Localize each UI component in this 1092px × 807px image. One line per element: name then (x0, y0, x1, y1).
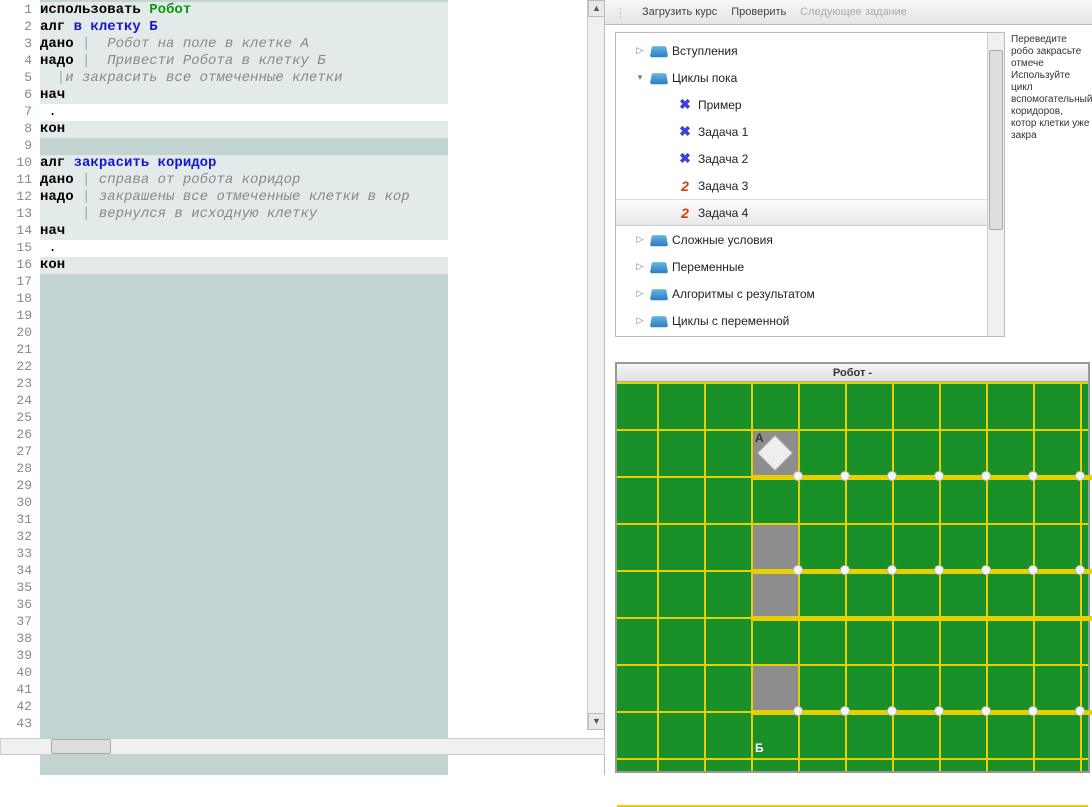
editor-horizontal-scrollbar[interactable] (0, 738, 605, 755)
mark-dot-icon (793, 471, 803, 481)
painted-cell (753, 525, 798, 570)
task-z-icon: 2 (676, 178, 694, 194)
expand-arrow-icon[interactable]: ▾ (634, 72, 646, 83)
mark-dot-icon (1075, 471, 1085, 481)
expand-arrow-icon[interactable]: ▷ (634, 45, 646, 56)
toolbar-grip-icon: ⋮ (615, 6, 624, 19)
expand-arrow-icon[interactable]: ▷ (634, 315, 646, 326)
load-course-button[interactable]: Загрузить курс (642, 6, 717, 18)
folder-icon (650, 43, 668, 59)
course-pane: ⋮ Загрузить курс Проверить Следующее зад… (605, 0, 1092, 775)
painted-cell (753, 666, 798, 711)
robot-field[interactable]: АБ (617, 382, 1088, 771)
line-gutter: 1234567891011121314151617181920212223242… (0, 0, 40, 775)
task-description: Переведите робо закрасьте отмече Использ… (1009, 32, 1092, 337)
folder-icon (650, 70, 668, 86)
mark-dot-icon (1075, 706, 1085, 716)
task-x-icon: ✖ (676, 124, 694, 140)
mark-dot-icon (934, 706, 944, 716)
tree-item-1[interactable]: ▾ Циклы пока (616, 64, 1004, 91)
folder-icon (650, 259, 668, 275)
tree-scrollbar[interactable] (987, 33, 1004, 336)
code-editor-pane: 1234567891011121314151617181920212223242… (0, 0, 605, 775)
tree-item-5[interactable]: 2 Задача 3 (616, 172, 1004, 199)
tree-item-4[interactable]: ✖ Задача 2 (616, 145, 1004, 172)
next-task-button: Следующее задание (800, 6, 907, 18)
tree-item-label: Сложные условия (672, 233, 773, 247)
mark-dot-icon (840, 471, 850, 481)
tree-item-label: Циклы пока (672, 71, 737, 85)
tree-item-9[interactable]: ▷ Алгоритмы с результатом (616, 280, 1004, 307)
mark-dot-icon (1028, 471, 1038, 481)
folder-icon (650, 232, 668, 248)
mark-dot-icon (887, 471, 897, 481)
mark-dot-icon (840, 565, 850, 575)
mark-dot-icon (934, 471, 944, 481)
mark-dot-icon (1028, 565, 1038, 575)
scroll-up-icon[interactable]: ▲ (588, 0, 605, 17)
tree-item-label: Задача 1 (698, 125, 748, 139)
tree-item-2[interactable]: ✖ Пример (616, 91, 1004, 118)
expand-arrow-icon[interactable]: ▷ (634, 288, 646, 299)
task-x-icon: ✖ (676, 97, 694, 113)
course-tree: ▷ Вступления ▾ Циклы пока ✖ Пример ✖ Задача 1 ✖ З… (615, 32, 1005, 337)
task-z-icon: 2 (676, 205, 694, 221)
mark-dot-icon (981, 565, 991, 575)
editor-margin: ▲ ▼ (448, 0, 605, 775)
tree-item-label: Переменные (672, 260, 744, 274)
tree-item-0[interactable]: ▷ Вступления (616, 37, 1004, 64)
tree-item-label: Задача 2 (698, 152, 748, 166)
tree-item-3[interactable]: ✖ Задача 1 (616, 118, 1004, 145)
tree-item-label: Вступления (672, 44, 738, 58)
mark-dot-icon (981, 471, 991, 481)
check-button[interactable]: Проверить (731, 6, 786, 18)
mark-dot-icon (887, 565, 897, 575)
cell-label-b: Б (755, 741, 764, 755)
course-toolbar: ⋮ Загрузить курс Проверить Следующее зад… (605, 0, 1092, 25)
mark-dot-icon (1075, 565, 1085, 575)
painted-cell (753, 572, 798, 617)
folder-icon (650, 286, 668, 302)
scrollbar-thumb[interactable] (989, 50, 1003, 230)
mark-dot-icon (1028, 706, 1038, 716)
scroll-down-icon[interactable]: ▼ (588, 713, 605, 730)
wall (751, 616, 1092, 621)
mark-dot-icon (793, 706, 803, 716)
tree-item-label: Пример (698, 98, 742, 112)
tree-item-label: Алгоритмы с результатом (672, 287, 815, 301)
robot-title: Робот - (617, 364, 1088, 382)
robot-field-panel: Робот - АБ (615, 362, 1090, 773)
mark-dot-icon (793, 565, 803, 575)
editor-vertical-scrollbar[interactable]: ▲ ▼ (587, 0, 604, 730)
mark-dot-icon (981, 706, 991, 716)
expand-arrow-icon[interactable]: ▷ (634, 234, 646, 245)
scrollbar-thumb[interactable] (51, 739, 111, 754)
mark-dot-icon (887, 706, 897, 716)
tree-item-6[interactable]: 2 Задача 4 (616, 199, 1004, 226)
tree-item-10[interactable]: ▷ Циклы с переменной (616, 307, 1004, 334)
task-x-icon: ✖ (676, 151, 694, 167)
folder-icon (650, 313, 668, 329)
tree-item-label: Циклы с переменной (672, 314, 789, 328)
cell-label-a: А (755, 431, 764, 445)
mark-dot-icon (934, 565, 944, 575)
expand-arrow-icon[interactable]: ▷ (634, 261, 646, 272)
tree-item-label: Задача 4 (698, 206, 748, 220)
tree-item-7[interactable]: ▷ Сложные условия (616, 226, 1004, 253)
tree-item-label: Задача 3 (698, 179, 748, 193)
mark-dot-icon (840, 706, 850, 716)
tree-item-8[interactable]: ▷ Переменные (616, 253, 1004, 280)
